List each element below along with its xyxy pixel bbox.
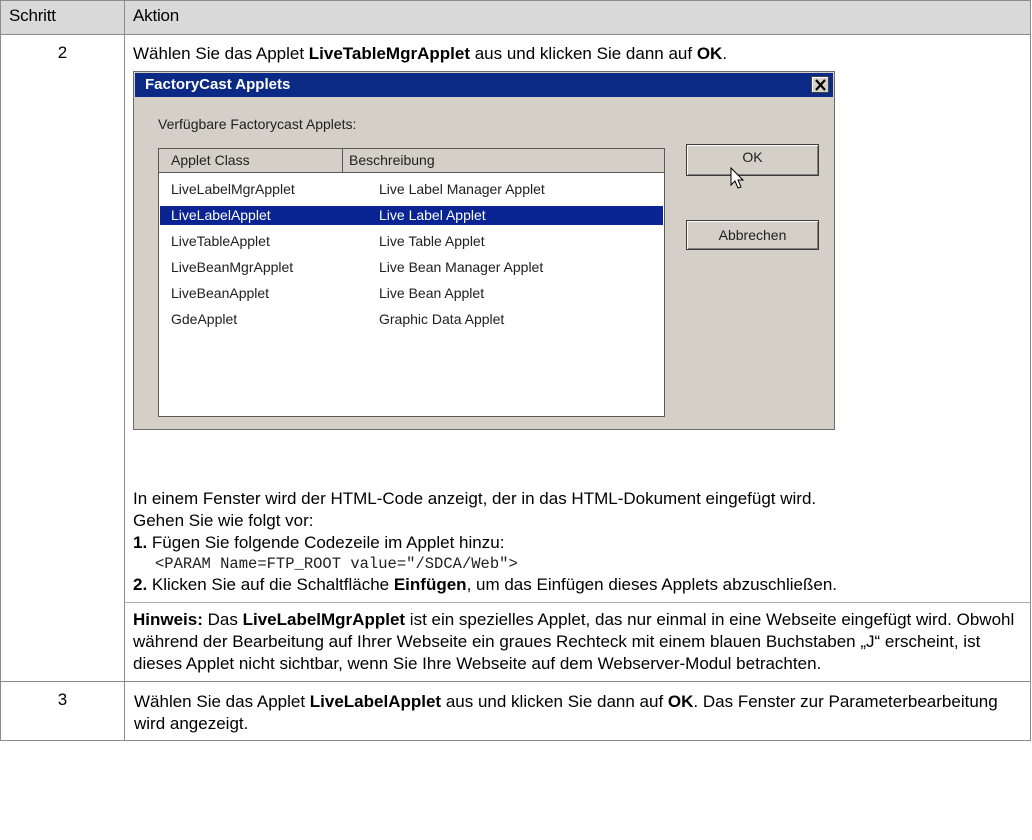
text: . <box>722 44 728 63</box>
action-cell: Wählen Sie das Applet LiveTableMgrApplet… <box>124 34 1031 682</box>
steps-table: Schritt Aktion 2 Wählen Sie das Applet L… <box>0 0 1031 741</box>
list-item[interactable]: LiveLabelApplet Live Label Applet <box>160 206 663 225</box>
header-action: Aktion <box>124 0 1031 35</box>
list-item[interactable]: LiveBeanApplet Live Bean Applet <box>160 284 663 303</box>
description-cell: Live Label Manager Applet <box>379 181 545 197</box>
table-row-step-2: 2 Wählen Sie das Applet LiveTableMgrAppl… <box>0 34 1031 682</box>
description-cell: Live Bean Manager Applet <box>379 259 544 275</box>
close-x-icon <box>815 79 826 91</box>
column-header-beschreibung[interactable]: Beschreibung <box>349 152 435 168</box>
applet-class-cell: LiveBeanMgrApplet <box>171 259 294 275</box>
applet-class-cell: GdeApplet <box>171 311 238 327</box>
ok-word: OK <box>667 692 694 711</box>
cancel-button[interactable]: Abbrechen <box>686 220 819 250</box>
text: aus und klicken Sie dann auf <box>469 44 697 63</box>
applet-class-cell: LiveTableApplet <box>171 233 270 249</box>
list-number: 2. <box>133 575 148 594</box>
mouse-pointer-icon <box>730 166 746 196</box>
note-label: Hinweis: <box>133 610 203 629</box>
applet-name: LiveTableMgrApplet <box>308 44 470 63</box>
dialog-titlebar: FactoryCast Applets <box>135 73 833 97</box>
text: Wählen Sie das Applet <box>134 692 310 711</box>
applet-class-cell: LiveLabelApplet <box>171 207 271 223</box>
list-item-step-2: 2. Klicken Sie auf die Schaltfläche Einf… <box>125 574 1030 596</box>
list-number: 1. <box>133 533 148 552</box>
text: Klicken Sie auf die Schaltfläche <box>147 575 394 594</box>
description-cell: Live Bean Applet <box>379 285 485 301</box>
description-cell: Live Table Applet <box>379 233 485 249</box>
text: Wählen Sie das Applet <box>133 44 309 63</box>
ok-word: OK <box>696 44 723 63</box>
step-number: 2 <box>0 34 125 682</box>
description-cell: Graphic Data Applet <box>379 311 505 327</box>
note-paragraph: Hinweis: Das LiveLabelMgrApplet ist ein … <box>125 603 1030 681</box>
list-header: Applet Class Beschreibung <box>159 149 664 173</box>
text: , um das Einfügen dieses Applets abzusch… <box>466 575 838 594</box>
paragraph-proceed: Gehen Sie wie folgt vor: <box>133 511 314 530</box>
instruction-text: Wählen Sie das Applet LiveTableMgrApplet… <box>125 35 1030 65</box>
step-number: 3 <box>0 681 125 741</box>
description-cell: Live Label Applet <box>379 207 486 223</box>
text: aus und klicken Sie dann auf <box>441 692 668 711</box>
text: Das <box>202 610 243 629</box>
list-item[interactable]: GdeApplet Graphic Data Applet <box>160 310 663 329</box>
action-cell: Wählen Sie das Applet LiveLabelApplet au… <box>124 681 1031 741</box>
applet-class-cell: LiveLabelMgrApplet <box>171 181 295 197</box>
text: Fügen Sie folgende Codezeile im Applet h… <box>147 533 505 552</box>
available-applets-label: Verfügbare Factorycast Applets: <box>158 116 357 132</box>
list-item-step-1: 1. Fügen Sie folgende Codezeile im Apple… <box>125 532 1030 554</box>
header-step: Schritt <box>0 0 125 35</box>
list-item[interactable]: LiveBeanMgrApplet Live Bean Manager Apple… <box>160 258 663 277</box>
list-item[interactable]: LiveLabelMgrApplet Live Label Manager App… <box>160 180 663 199</box>
ok-button[interactable]: OK <box>686 144 819 176</box>
table-header-row: Schritt Aktion <box>0 0 1031 35</box>
applets-listbox[interactable]: Applet Class Beschreibung LiveLabelMgrAp… <box>158 148 665 417</box>
factorycast-applets-dialog: FactoryCast Applets Verfügbare Factoryca… <box>133 71 835 430</box>
column-header-applet-class[interactable]: Applet Class <box>159 149 343 172</box>
applet-class-cell: LiveBeanApplet <box>171 285 270 301</box>
einfuegen-word: Einfügen <box>393 575 467 594</box>
code-line: <PARAM Name=FTP_ROOT value="/SDCA/Web"> <box>155 555 518 573</box>
applet-name: LiveLabelMgrApplet <box>242 610 406 629</box>
list-item[interactable]: LiveTableApplet Live Table Applet <box>160 232 663 251</box>
applet-name: LiveLabelApplet <box>309 692 442 711</box>
table-row-step-3: 3 Wählen Sie das Applet LiveLabelApplet … <box>0 681 1031 741</box>
close-button[interactable] <box>811 76 829 93</box>
dialog-title: FactoryCast Applets <box>145 76 291 93</box>
instruction-text: Wählen Sie das Applet LiveLabelApplet au… <box>126 683 1029 739</box>
paragraph-html-code: In einem Fenster wird der HTML-Code anze… <box>133 489 817 508</box>
